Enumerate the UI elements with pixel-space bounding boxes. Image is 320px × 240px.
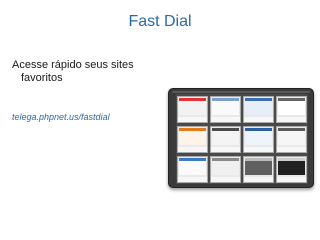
- speed-dial-tile[interactable]: [177, 156, 208, 183]
- tile-caption: [211, 117, 240, 122]
- bullet-label: Acesse rápido seus sites favoritos: [12, 59, 134, 84]
- tile-thumbnail: [212, 98, 239, 115]
- speed-dial-grid: [176, 94, 308, 184]
- tile-caption: [244, 117, 273, 122]
- tile-thumbnail: [278, 98, 305, 115]
- speed-dial-tile[interactable]: [276, 96, 307, 123]
- tile-caption: [277, 177, 306, 182]
- tile-thumbnail: [179, 158, 206, 175]
- site-link[interactable]: telega.phpnet.us/fastdial: [12, 112, 110, 122]
- speed-dial-tile[interactable]: [177, 96, 208, 123]
- slide-title: Fast Dial: [128, 13, 192, 30]
- tile-caption: [277, 147, 306, 152]
- speed-dial-tile[interactable]: [177, 126, 208, 153]
- browser-toolbar: [172, 91, 310, 93]
- tile-thumbnail: [245, 158, 272, 175]
- tile-caption: [211, 177, 240, 182]
- tile-thumbnail: [278, 158, 305, 175]
- speed-dial-tile[interactable]: [243, 126, 274, 153]
- tile-caption: [211, 147, 240, 152]
- tile-thumbnail: [179, 128, 206, 145]
- tile-caption: [244, 177, 273, 182]
- speed-dial-tile[interactable]: [210, 96, 241, 123]
- speed-dial-tile[interactable]: [243, 156, 274, 183]
- speed-dial-tile[interactable]: [243, 96, 274, 123]
- tile-thumbnail: [212, 128, 239, 145]
- fastdial-screenshot: [168, 88, 314, 188]
- tile-caption: [178, 117, 207, 122]
- tile-thumbnail: [245, 128, 272, 145]
- speed-dial-tile[interactable]: [210, 156, 241, 183]
- slide: Fast Dial Acesse rápido seus sites favor…: [0, 0, 320, 240]
- tile-thumbnail: [278, 128, 305, 145]
- tile-thumbnail: [179, 98, 206, 115]
- speed-dial-tile[interactable]: [210, 126, 241, 153]
- tile-thumbnail: [212, 158, 239, 175]
- tile-caption: [178, 147, 207, 152]
- tile-caption: [178, 177, 207, 182]
- tile-caption: [244, 147, 273, 152]
- bullet-text: Acesse rápido seus sites favoritos: [12, 59, 161, 85]
- tile-thumbnail: [245, 98, 272, 115]
- speed-dial-tile[interactable]: [276, 156, 307, 183]
- speed-dial-tile[interactable]: [276, 126, 307, 153]
- tile-caption: [277, 117, 306, 122]
